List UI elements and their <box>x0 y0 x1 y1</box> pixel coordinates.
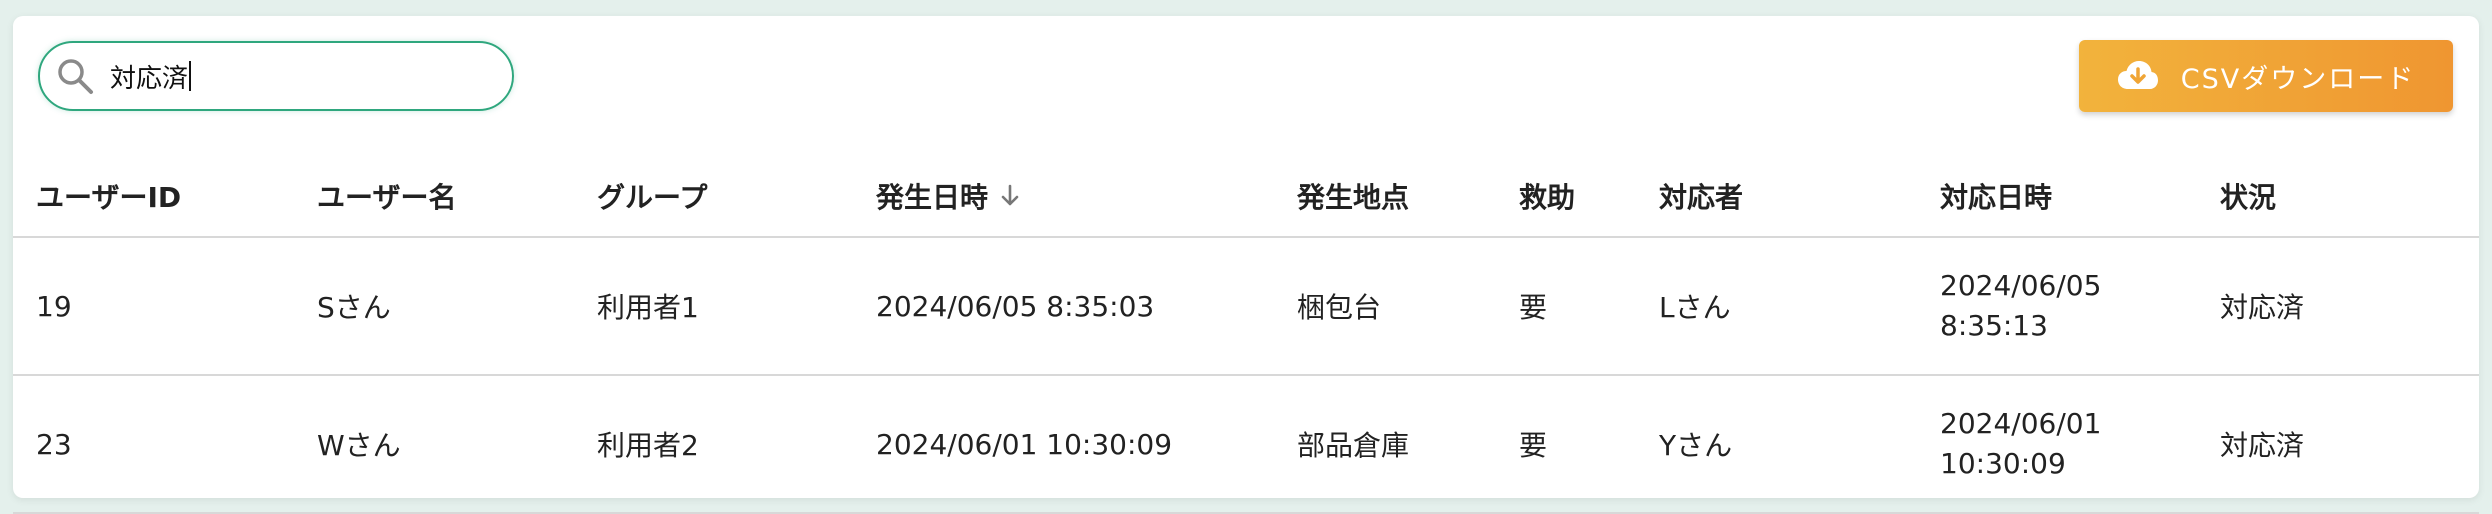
header-location[interactable]: 発生地点 <box>1297 156 1409 236</box>
responded-time: 8:35:13 <box>1940 309 2048 342</box>
header-rescue[interactable]: 救助 <box>1519 156 1575 236</box>
responded-date: 2024/06/01 <box>1940 407 2102 440</box>
csv-download-label: CSVダウンロード <box>2180 63 2416 95</box>
header-group[interactable]: グループ <box>597 156 707 236</box>
cell-status: 対応済 <box>2220 291 2305 324</box>
cell-responded-at: 2024/06/01 10:30:09 <box>1940 376 2160 512</box>
header-user-id[interactable]: ユーザーID <box>36 156 181 236</box>
responded-at-stack: 2024/06/01 10:30:09 <box>1940 404 2160 484</box>
header-user-name[interactable]: ユーザー名 <box>317 156 456 236</box>
text-caret <box>189 61 192 91</box>
responded-at-stack: 2024/06/05 8:35:13 <box>1940 266 2160 346</box>
cell-occurred-at: 2024/06/05 8:35:03 <box>876 289 1155 323</box>
table-header-row: ユーザーID ユーザー名 グループ 発生日時 発生地点 救助 対応者 対応日時 … <box>13 156 2479 238</box>
cell-status: 対応済 <box>2220 429 2305 462</box>
table-row[interactable]: 19 Sさん 利用者1 2024/06/05 8:35:03 梱包台 要 Lさん… <box>13 238 2479 376</box>
cell-user-id: 23 <box>36 427 72 461</box>
search-text: 対応済 <box>110 63 189 94</box>
cell-location: 梱包台 <box>1297 291 1382 324</box>
cell-group: 利用者2 <box>597 429 699 462</box>
cell-responder: Yさん <box>1659 429 1733 462</box>
cell-location: 部品倉庫 <box>1297 429 1410 462</box>
cell-occurred-at: 2024/06/01 10:30:09 <box>876 427 1173 461</box>
csv-download-button[interactable]: CSVダウンロード <box>2079 40 2453 112</box>
cell-user-name: Sさん <box>317 291 391 324</box>
header-status[interactable]: 状況 <box>2220 156 2276 236</box>
results-panel: 対応済 CSVダウンロード ユーザーID ユーザー名 グループ 発生日時 発生地… <box>13 16 2479 514</box>
cell-group: 利用者1 <box>597 291 699 324</box>
cell-responded-at: 2024/06/05 8:35:13 <box>1940 238 2160 374</box>
responded-time: 10:30:09 <box>1940 447 2066 480</box>
cell-responder: Lさん <box>1659 291 1731 324</box>
header-occurred-at[interactable]: 発生日時 <box>876 156 1020 236</box>
cloud-download-icon <box>2117 60 2159 92</box>
cell-user-id: 19 <box>36 289 72 323</box>
header-responded-at[interactable]: 対応日時 <box>1940 156 2052 236</box>
cell-rescue: 要 <box>1519 291 1548 324</box>
data-table: ユーザーID ユーザー名 グループ 発生日時 発生地点 救助 対応者 対応日時 … <box>13 156 2479 514</box>
arrow-down-icon[interactable] <box>1000 184 1020 208</box>
header-responder[interactable]: 対応者 <box>1659 156 1743 236</box>
responded-date: 2024/06/05 <box>1940 269 2102 302</box>
cell-rescue: 要 <box>1519 429 1548 462</box>
table-row[interactable]: 23 Wさん 利用者2 2024/06/01 10:30:09 部品倉庫 要 Y… <box>13 376 2479 514</box>
search-value[interactable]: 対応済 <box>110 58 192 95</box>
search-input[interactable]: 対応済 <box>38 41 514 111</box>
search-icon <box>52 53 98 99</box>
header-occurred-at-label: 発生日時 <box>876 181 989 214</box>
cell-user-name: Wさん <box>317 429 401 462</box>
